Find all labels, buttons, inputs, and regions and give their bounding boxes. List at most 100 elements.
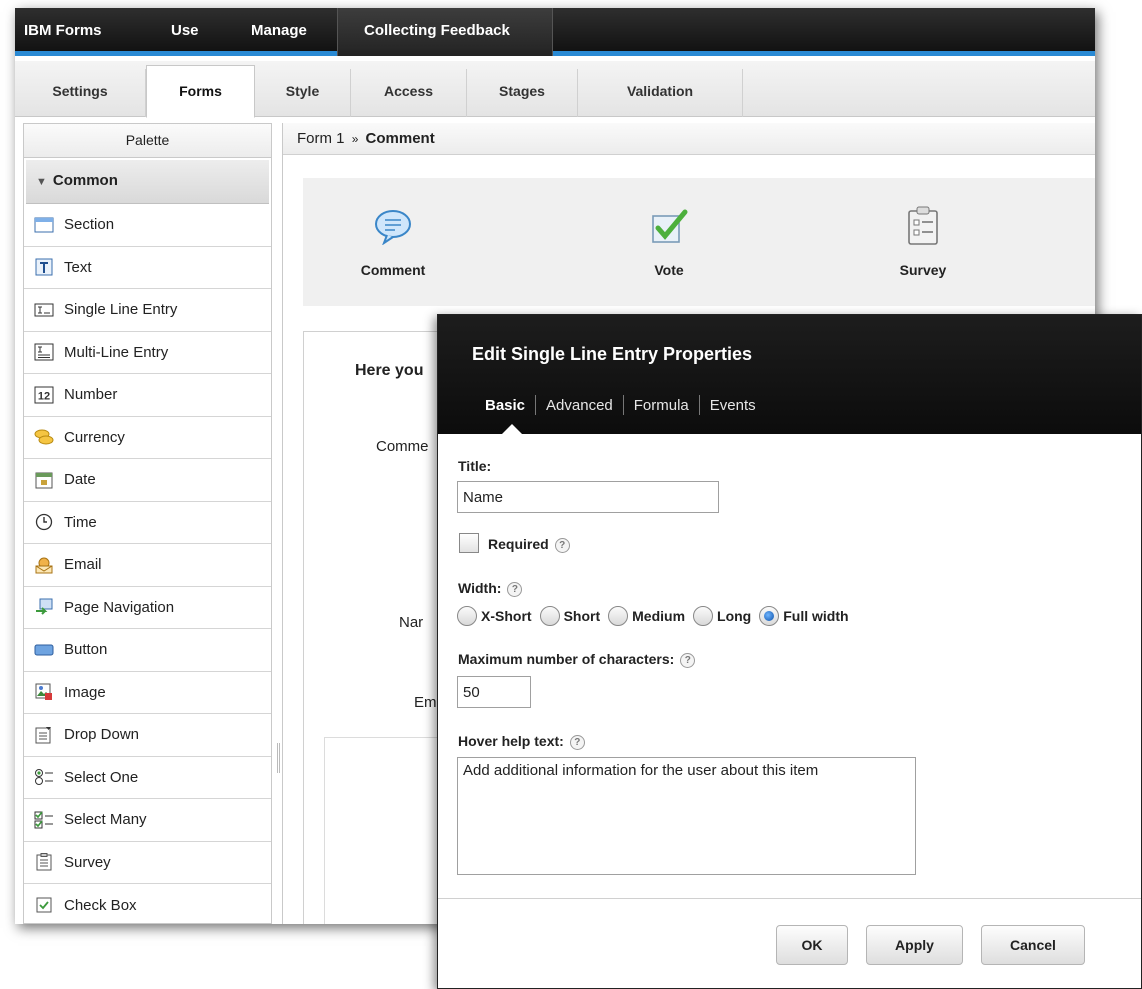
max-chars-input[interactable] <box>457 676 531 708</box>
breadcrumb-form-link[interactable]: Form 1 <box>297 130 345 147</box>
palette-item-currency[interactable]: Currency <box>24 417 271 459</box>
palette-item-check-box[interactable]: Check Box <box>24 884 271 924</box>
palette-item-page-navigation[interactable]: Page Navigation <box>24 587 271 629</box>
palette-item-label: Select One <box>64 768 139 786</box>
palette-item-button[interactable]: Button <box>24 629 271 672</box>
dialog-tab-divider <box>622 395 624 415</box>
palette-panel: Palette ▼ Common Section Text Single Line… <box>23 123 272 924</box>
template-survey[interactable]: Survey <box>853 202 993 278</box>
palette-item-single-line-entry[interactable]: Single Line Entry <box>24 289 271 332</box>
palette-item-label: Date <box>64 471 96 489</box>
title-input[interactable] <box>457 481 719 513</box>
width-radio-full-width[interactable] <box>759 606 780 626</box>
palette-item-label: Section <box>64 216 115 234</box>
width-radio-medium[interactable] <box>608 606 629 626</box>
tab-style[interactable]: Style <box>255 69 351 117</box>
dialog-tabs: Basic Advanced Formula Events <box>485 395 756 415</box>
panel-splitter-handle[interactable] <box>277 743 280 773</box>
hover-help-label: Hover help text:? <box>458 733 585 750</box>
ok-button[interactable]: OK <box>776 925 848 965</box>
palette-item-label: Drop Down <box>64 726 140 744</box>
template-comment[interactable]: Comment <box>323 202 463 278</box>
form-heading: Here you <box>355 362 424 379</box>
palette-item-survey[interactable]: Survey <box>24 842 271 884</box>
select-one-icon <box>34 768 54 786</box>
edit-properties-dialog: Edit Single Line Entry Properties Basic … <box>437 314 1142 989</box>
palette-item-label: Time <box>64 513 97 531</box>
brand-logo: IBM Forms <box>24 22 102 39</box>
palette-item-time[interactable]: Time <box>24 502 271 544</box>
tab-stages[interactable]: Stages <box>467 69 578 117</box>
width-radio-x-short[interactable] <box>457 606 477 626</box>
palette-item-drop-down[interactable]: Drop Down <box>24 714 271 757</box>
tab-validation[interactable]: Validation <box>578 69 743 117</box>
dialog-tab-formula[interactable]: Formula <box>634 397 689 414</box>
template-vote[interactable]: Vote <box>599 202 739 278</box>
select-many-icon <box>34 811 54 829</box>
required-checkbox[interactable] <box>459 533 479 553</box>
max-chars-label-text: Maximum number of characters: <box>458 651 675 667</box>
breadcrumb-separator: » <box>351 132 359 146</box>
template-label: Comment <box>360 262 426 278</box>
width-option-label: X-Short <box>481 608 532 624</box>
template-label: Survey <box>899 262 947 278</box>
dialog-title: Edit Single Line Entry Properties <box>472 344 753 364</box>
tab-access[interactable]: Access <box>351 69 467 117</box>
check-box-icon <box>34 896 54 914</box>
width-radio-long[interactable] <box>693 606 714 626</box>
apply-button[interactable]: Apply <box>866 925 963 965</box>
time-icon <box>34 513 54 531</box>
dialog-tab-divider <box>698 395 700 415</box>
breadcrumb: Form 1 » Comment <box>283 123 1095 155</box>
palette-item-label: Multi-Line Entry <box>64 343 169 361</box>
name-field-label: Nar <box>399 614 424 631</box>
palette-item-select-many[interactable]: Select Many <box>24 799 271 842</box>
palette-item-text[interactable]: Text <box>24 247 271 289</box>
help-icon[interactable]: ? <box>554 537 570 553</box>
help-icon[interactable]: ? <box>569 734 585 750</box>
dialog-tab-events[interactable]: Events <box>710 397 756 414</box>
width-label: Width:? <box>458 580 523 597</box>
hover-help-textarea[interactable]: Add additional information for the user … <box>457 757 916 875</box>
palette-item-section[interactable]: Section <box>24 204 271 247</box>
triangle-down-icon: ▼ <box>36 176 47 188</box>
width-radio-group: X-Short Short Medium Long Full width <box>457 606 857 626</box>
palette-item-email[interactable]: Email <box>24 544 271 587</box>
svg-text:12: 12 <box>38 390 50 402</box>
palette-item-label: Image <box>64 683 106 701</box>
cancel-button[interactable]: Cancel <box>981 925 1085 965</box>
breadcrumb-current: Comment <box>365 130 435 147</box>
active-app-tab[interactable]: Collecting Feedback <box>337 8 553 56</box>
number-icon: 12 <box>34 386 54 404</box>
palette-item-label: Check Box <box>64 896 137 914</box>
palette-group-common[interactable]: ▼ Common <box>26 160 269 204</box>
palette-item-image[interactable]: Image <box>24 672 271 714</box>
tab-forms[interactable]: Forms <box>146 65 255 118</box>
width-option-label: Long <box>717 608 752 624</box>
template-label: Vote <box>654 262 684 278</box>
dialog-tab-advanced[interactable]: Advanced <box>546 397 613 414</box>
text-icon <box>34 258 54 276</box>
width-option-label: Medium <box>632 608 686 624</box>
dialog-footer-divider <box>438 898 1141 899</box>
multi-line-entry-icon <box>34 343 54 361</box>
help-icon[interactable]: ? <box>507 581 523 597</box>
palette-item-number[interactable]: 12 Number <box>24 374 271 417</box>
width-option-label: Full width <box>783 608 849 624</box>
palette-item-multi-line-entry[interactable]: Multi-Line Entry <box>24 332 271 374</box>
palette-group-label: Common <box>52 172 118 189</box>
dialog-tab-basic[interactable]: Basic <box>485 397 525 414</box>
title-label: Title: <box>458 458 492 474</box>
palette-item-select-one[interactable]: Select One <box>24 757 271 799</box>
palette-item-label: Email <box>64 556 102 574</box>
menu-use[interactable]: Use <box>171 8 199 56</box>
hover-help-label-text: Hover help text: <box>458 733 564 749</box>
top-navigation-bar: IBM Forms Use Manage Collecting Feedback <box>15 8 1095 56</box>
help-icon[interactable]: ? <box>680 652 696 668</box>
drop-down-icon <box>34 726 54 744</box>
palette-item-label: Currency <box>64 428 125 446</box>
palette-item-date[interactable]: Date <box>24 459 271 502</box>
menu-manage[interactable]: Manage <box>251 8 307 56</box>
tab-settings[interactable]: Settings <box>15 69 146 117</box>
width-radio-short[interactable] <box>539 606 560 626</box>
